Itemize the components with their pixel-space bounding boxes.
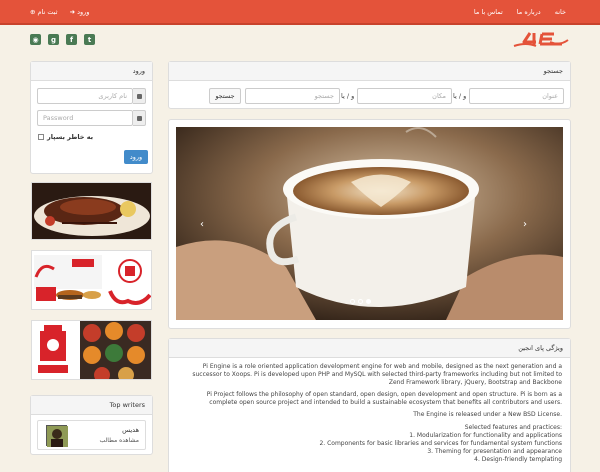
carousel-dot[interactable] [350,299,355,304]
features-panel: ویژگی پای انجین Pi Engine is a role orie… [168,338,571,472]
carousel-prev-arrow[interactable]: ‹ [200,219,204,230]
writer-name: هدیس [122,426,139,434]
top-writers-title: Top writers [31,396,152,415]
password-row: Password [37,110,146,126]
top-navbar: خانه درباره ما تماس با ما ⊕ ثبت نام ➜ ور… [0,0,600,25]
username-row: نام کاربری [37,88,146,104]
remember-checkbox[interactable] [38,134,44,140]
coffee-cup-image [176,127,563,320]
features-paragraph: Pi Project follows the philosophy of ope… [206,391,562,406]
features-list-item: 3. Theming for presentation and appearan… [427,448,562,455]
search-panel: جستجو عنوان و / یا مکان و / یا جستجو جست… [168,61,571,109]
steak-image [32,183,151,239]
remember-label: به خاطر بسپار [47,133,94,141]
ad-banner-food[interactable] [31,320,152,380]
login-link[interactable]: ➜ ورود [70,8,90,16]
user-icon [133,88,146,104]
sign-in-icon: ➜ [69,8,78,16]
ad-banner-steak[interactable] [31,182,152,240]
features-paragraph: Pi Engine is a role oriented application… [192,363,562,386]
search-keyword-input[interactable]: جستجو [245,88,340,104]
site-logo[interactable] [510,30,570,50]
search-place-input[interactable]: مکان [357,88,452,104]
features-list-item: 4. Design-friendly templating [474,456,562,463]
search-panel-title: جستجو [169,62,570,81]
login-label: ورود [77,8,90,16]
carousel-dot[interactable] [358,299,363,304]
nav-contact-link[interactable]: تماس با ما [474,8,503,16]
username-input[interactable]: نام کاربری [37,88,133,104]
burger-ad-image [32,251,151,309]
register-label: ثبت نام [37,8,58,16]
social-links: ◉ g f t [30,34,95,45]
facebook-icon[interactable]: f [66,34,77,45]
login-panel: ورود نام کاربری Password به خاطر بسپار و… [30,61,153,174]
lock-icon [133,110,146,126]
top-writers-panel: Top writers هدیس مشاهده مطالب [30,395,153,455]
avatar [46,425,68,447]
twitter-icon[interactable]: t [84,34,95,45]
features-list-title: Selected features and practices: [464,424,562,431]
search-title-input[interactable]: عنوان [469,88,564,104]
carousel-indicators [350,299,371,304]
writer-posts-link[interactable]: مشاهده مطالب [100,437,139,444]
food-ad-image [32,321,151,379]
features-paragraph: The Engine is released under a New BSD L… [413,411,562,418]
login-panel-title: ورود [31,62,152,81]
and-or-label: و / یا [341,92,355,100]
rss-icon[interactable]: ◉ [30,34,41,45]
features-list-item: 2. Components for basic libraries and se… [319,440,562,447]
auth-links: ⊕ ثبت نام ➜ ورود [30,8,89,16]
and-or-label: و / یا [453,92,467,100]
carousel-dot-active[interactable] [366,299,371,304]
ad-banner-burger[interactable] [31,250,152,310]
writer-card[interactable]: هدیس مشاهده مطالب [37,420,146,450]
plus-circle-icon: ⊕ [30,8,38,16]
nav-home-link[interactable]: خانه [555,8,566,16]
remember-row: به خاطر بسپار [38,133,93,141]
login-submit-button[interactable]: ورود [124,150,148,164]
search-button[interactable]: جستجو [209,88,241,104]
main-nav: خانه درباره ما تماس با ما [474,8,566,16]
features-panel-title: ویژگی پای انجین [169,339,570,358]
googleplus-icon[interactable]: g [48,34,59,45]
features-list-item: 1. Modularization for functionality and … [409,432,562,439]
carousel-next-arrow[interactable]: › [523,219,527,230]
password-input[interactable]: Password [37,110,133,126]
nav-about-link[interactable]: درباره ما [517,8,541,16]
site-header: ◉ g f t [0,25,600,55]
register-link[interactable]: ⊕ ثبت نام [30,8,58,16]
image-carousel[interactable] [176,127,563,320]
